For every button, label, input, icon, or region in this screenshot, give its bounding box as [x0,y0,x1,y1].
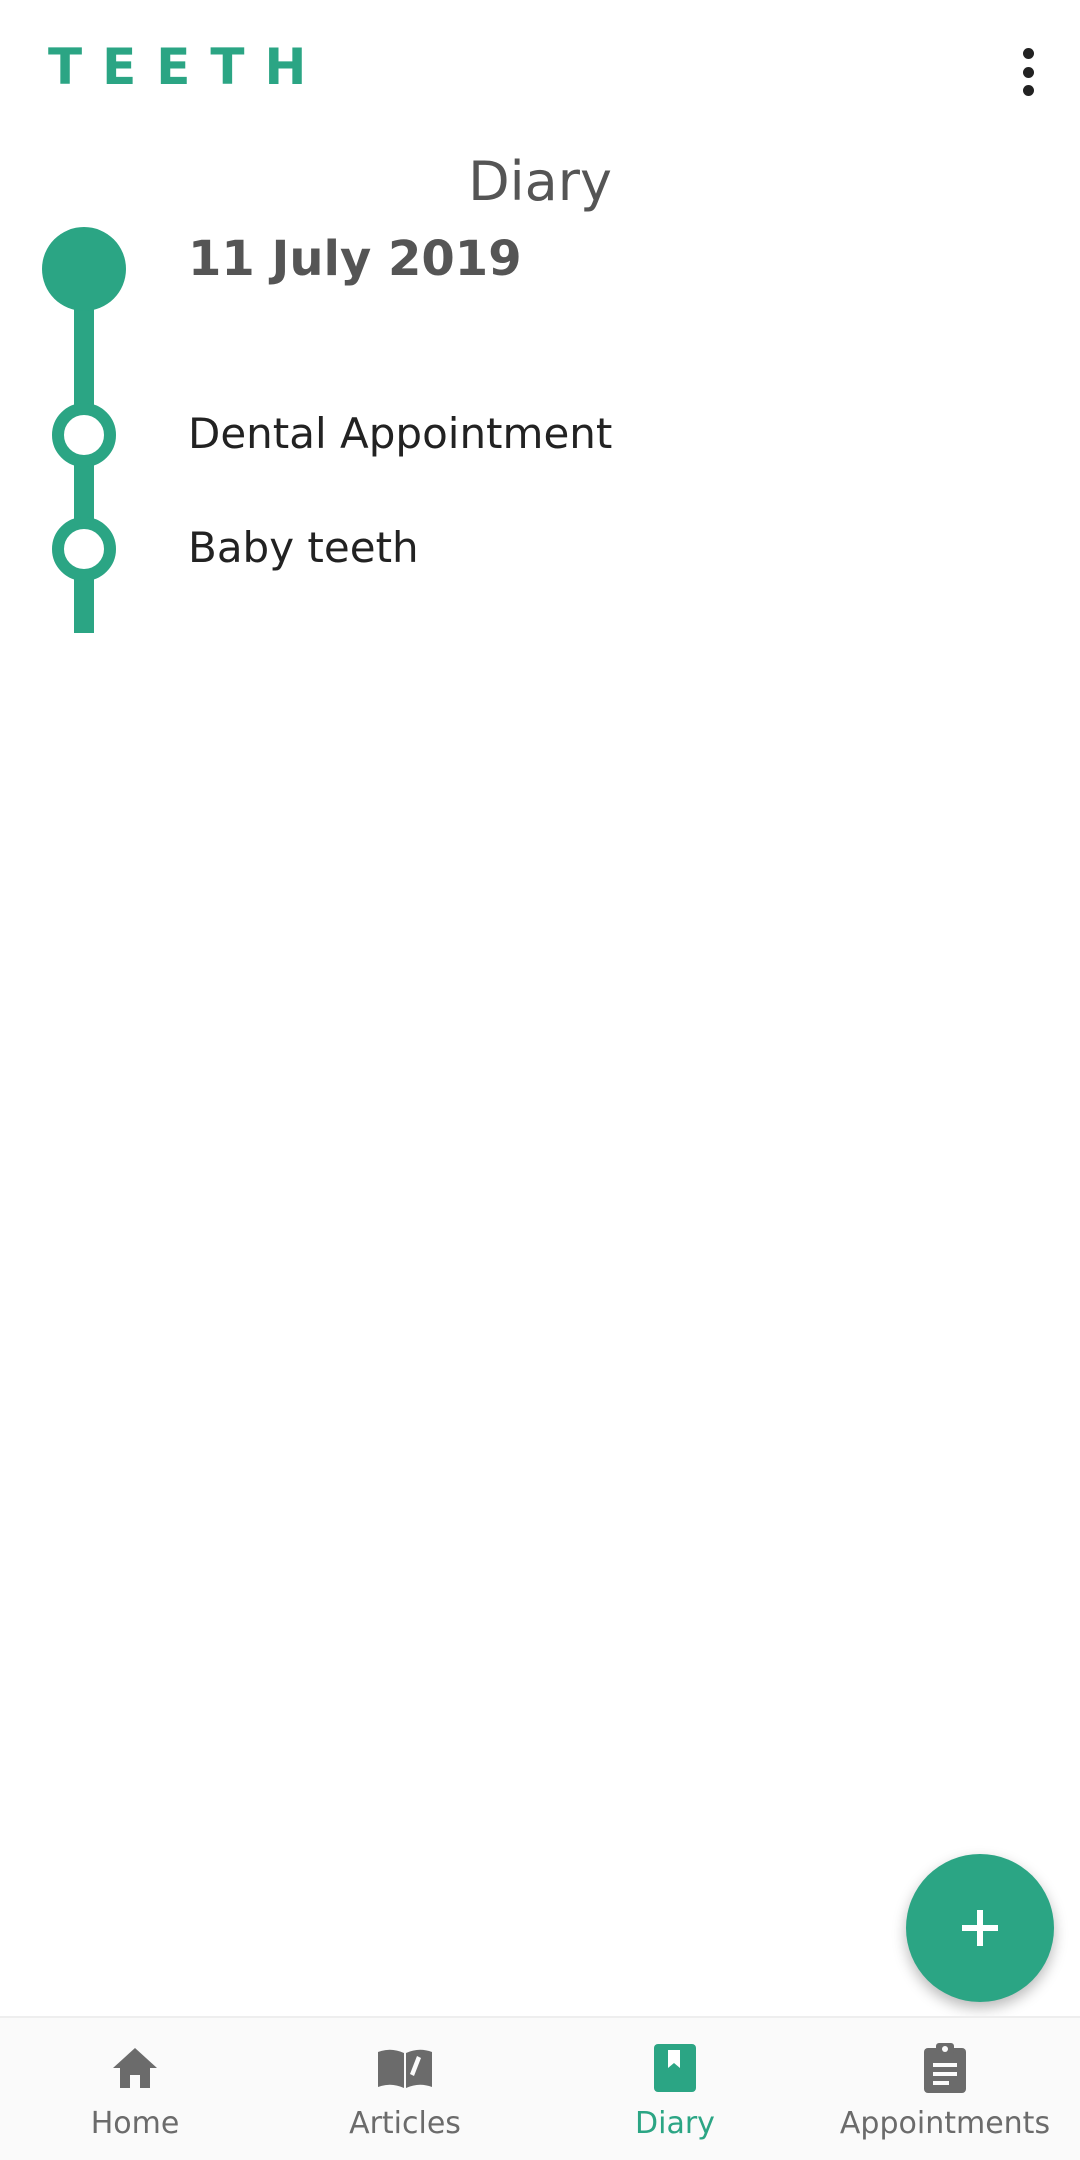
home-icon [105,2040,165,2096]
nav-item-home[interactable]: Home [0,2018,270,2160]
timeline-entry-label: Dental Appointment [188,409,613,458]
add-entry-button[interactable] [906,1854,1054,2002]
nav-item-articles[interactable]: Articles [270,2018,540,2160]
nav-label: Appointments [839,2106,1051,2141]
diary-timeline: 11 July 2019 Dental Appointment Baby tee… [0,225,1080,645]
nav-item-appointments[interactable]: Appointments [810,2018,1080,2160]
timeline-date-node-icon [42,227,126,311]
bottom-navigation: Home Articles Diary Appointments [0,2016,1080,2160]
clipboard-icon [915,2040,975,2096]
menu-dot [1022,85,1034,96]
timeline-node-icon [52,517,116,581]
timeline-entry-dental-appointment[interactable]: Dental Appointment [0,395,1080,475]
menu-dot [1022,48,1034,59]
menu-dot [1022,66,1034,78]
bookmark-book-icon [645,2040,705,2096]
page-title: Diary [468,150,612,213]
plus-icon [962,1910,998,1946]
app-screen: TEETH Diary 11 July 2019 Dental Appointm… [0,0,1080,2160]
nav-item-diary[interactable]: Diary [540,2018,810,2160]
timeline-node-icon [52,403,116,467]
nav-label: Home [90,2106,180,2141]
timeline-entry-baby-teeth[interactable]: Baby teeth [0,509,1080,589]
nav-label: Articles [349,2106,461,2141]
app-logo: TEETH [48,38,327,96]
timeline-date: 11 July 2019 [188,231,522,287]
timeline-entry-label: Baby teeth [188,523,419,572]
nav-label: Diary [635,2106,715,2141]
book-open-icon [375,2040,435,2096]
more-vert-icon[interactable] [1006,40,1050,104]
app-bar: TEETH [0,0,1080,140]
